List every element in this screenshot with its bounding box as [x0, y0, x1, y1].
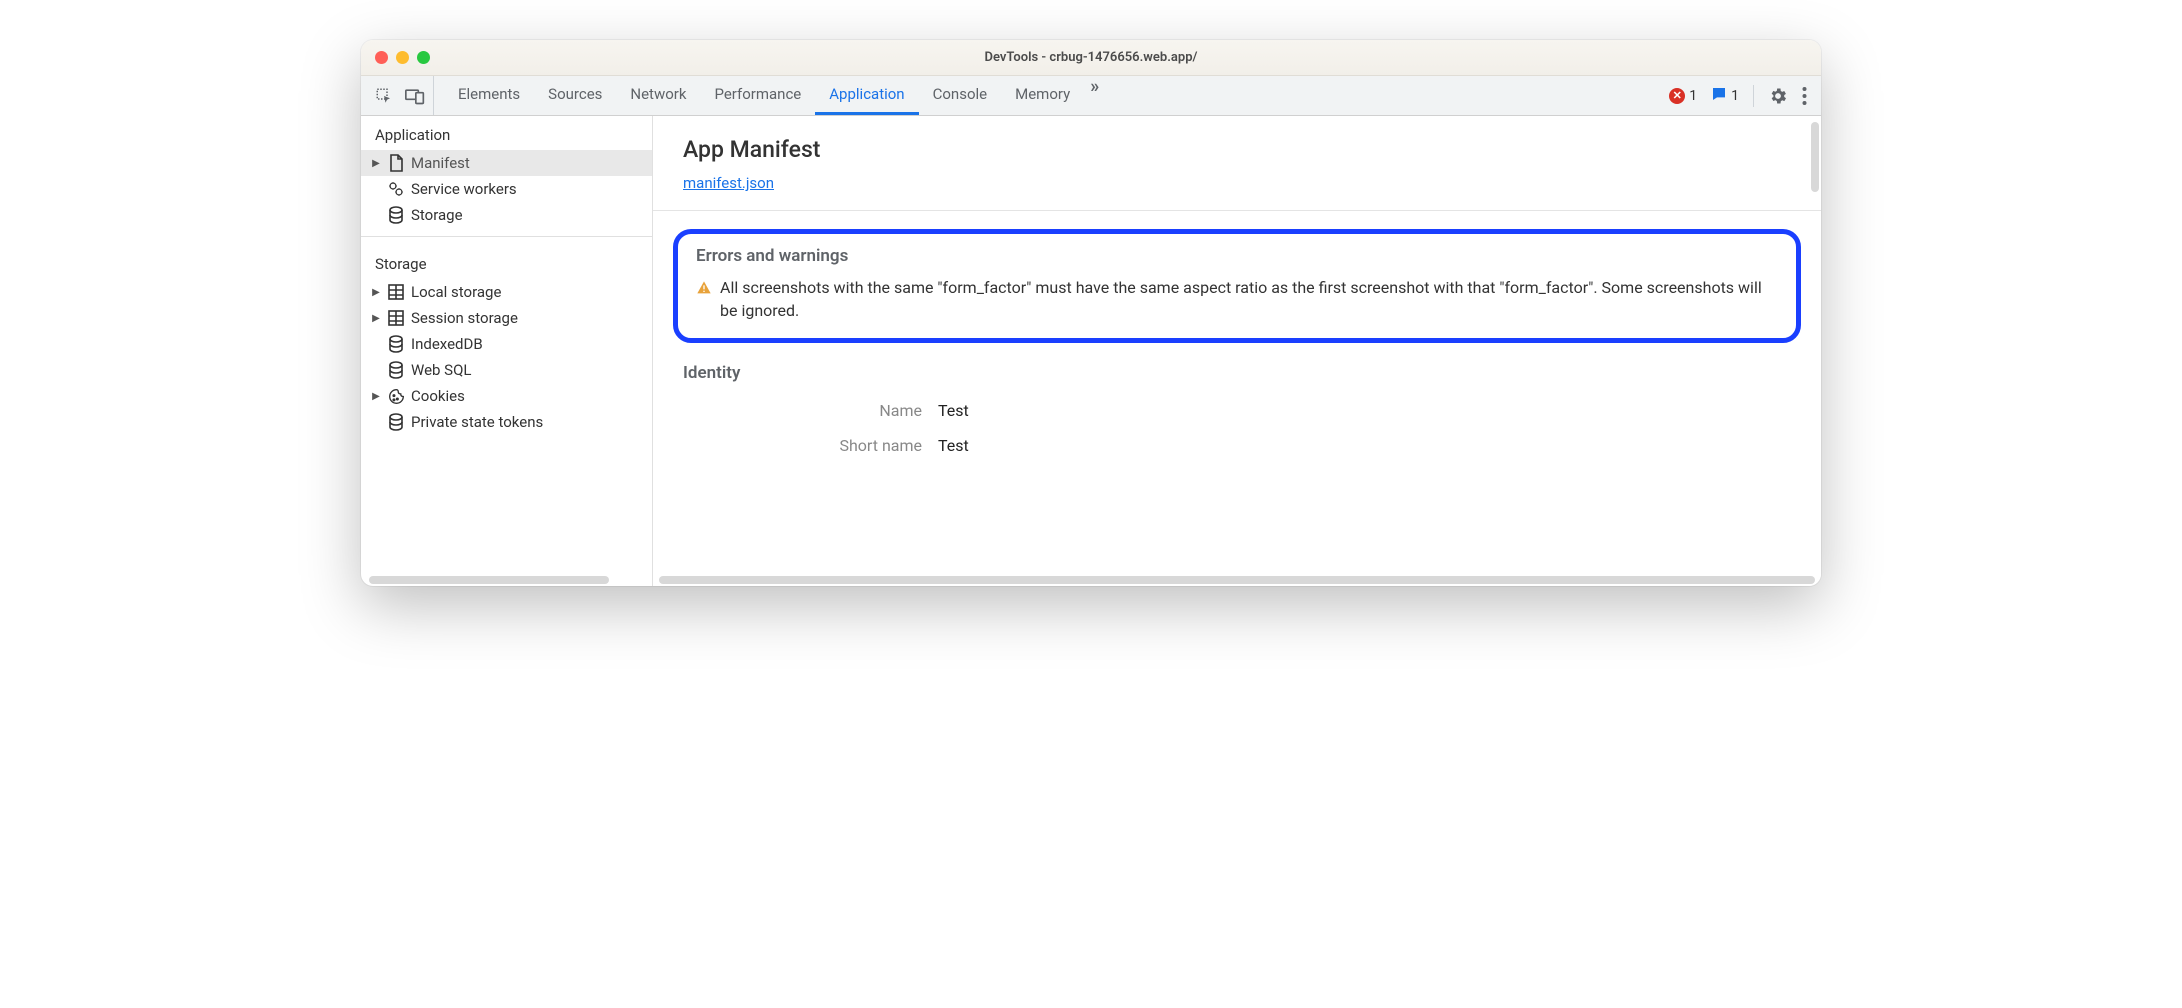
issue-count: 1	[1731, 88, 1739, 104]
main-vertical-scrollbar[interactable]	[1811, 122, 1819, 192]
window-controls	[361, 51, 430, 64]
application-sidebar: Application ▶ Manifest Service workers	[361, 116, 653, 586]
warning-row: All screenshots with the same "form_fact…	[696, 276, 1778, 322]
table-icon	[387, 283, 405, 301]
cookie-icon	[387, 387, 405, 405]
disclosure-triangle-icon[interactable]: ▶	[371, 158, 381, 169]
tab-performance[interactable]: Performance	[700, 76, 815, 115]
sidebar-item-websql[interactable]: Web SQL	[361, 357, 652, 383]
sidebar-item-label: IndexedDB	[411, 335, 483, 353]
identity-heading: Identity	[683, 363, 1791, 383]
table-icon	[387, 309, 405, 327]
section-divider	[653, 210, 1821, 211]
sidebar-item-private-state-tokens[interactable]: Private state tokens	[361, 409, 652, 435]
sidebar-item-indexeddb[interactable]: IndexedDB	[361, 331, 652, 357]
identity-row-shortname: Short name Test	[683, 428, 1791, 463]
disclosure-triangle-icon[interactable]: ▶	[371, 287, 381, 298]
sidebar-item-label: Local storage	[411, 283, 501, 301]
sidebar-section-storage: Storage	[361, 245, 652, 279]
main-panel: App Manifest manifest.json Errors and wa…	[653, 116, 1821, 586]
sidebar-item-cookies[interactable]: ▶ Cookies	[361, 383, 652, 409]
devtools-toolbar: Elements Sources Network Performance App…	[361, 76, 1821, 116]
sidebar-item-label: Storage	[411, 206, 463, 224]
error-icon: ✕	[1669, 88, 1685, 104]
tab-memory[interactable]: Memory	[1001, 76, 1084, 115]
close-window-button[interactable]	[375, 51, 388, 64]
sidebar-item-local-storage[interactable]: ▶ Local storage	[361, 279, 652, 305]
sidebar-section-application: Application	[361, 116, 652, 150]
file-icon	[387, 154, 405, 172]
sidebar-item-manifest[interactable]: ▶ Manifest	[361, 150, 652, 176]
error-count-badge[interactable]: ✕ 1	[1669, 88, 1697, 104]
tabs-overflow-button[interactable]: »	[1084, 76, 1105, 115]
disclosure-triangle-icon[interactable]: ▶	[371, 391, 381, 402]
panel-tabs: Elements Sources Network Performance App…	[444, 76, 1669, 115]
settings-icon[interactable]	[1768, 86, 1788, 106]
devtools-window: DevTools - crbug-1476656.web.app/ Elemen…	[361, 40, 1821, 586]
sidebar-item-service-workers[interactable]: Service workers	[361, 176, 652, 202]
database-icon	[387, 206, 405, 224]
sidebar-horizontal-scrollbar[interactable]	[369, 576, 609, 584]
titlebar: DevTools - crbug-1476656.web.app/	[361, 40, 1821, 76]
issues-badge[interactable]: 1	[1711, 86, 1739, 106]
errors-heading: Errors and warnings	[696, 246, 1778, 266]
issues-icon	[1711, 86, 1727, 106]
database-icon	[387, 335, 405, 353]
sidebar-item-label: Session storage	[411, 309, 518, 327]
identity-row-name: Name Test	[683, 393, 1791, 428]
database-icon	[387, 413, 405, 431]
warning-icon	[696, 279, 712, 302]
minimize-window-button[interactable]	[396, 51, 409, 64]
inspect-element-icon[interactable]	[375, 87, 393, 105]
manifest-link[interactable]: manifest.json	[683, 174, 774, 192]
sidebar-item-session-storage[interactable]: ▶ Session storage	[361, 305, 652, 331]
tab-elements[interactable]: Elements	[444, 76, 534, 115]
content-area: Application ▶ Manifest Service workers	[361, 116, 1821, 586]
window-title: DevTools - crbug-1476656.web.app/	[361, 50, 1821, 65]
identity-key: Short name	[683, 436, 938, 455]
tab-console[interactable]: Console	[919, 76, 1002, 115]
disclosure-triangle-icon[interactable]: ▶	[371, 313, 381, 324]
errors-warnings-callout: Errors and warnings All screenshots with…	[673, 229, 1801, 343]
sidebar-divider	[361, 236, 652, 237]
tab-application[interactable]: Application	[815, 76, 918, 115]
identity-value: Test	[938, 401, 969, 420]
sidebar-item-label: Web SQL	[411, 361, 471, 379]
sidebar-item-label: Service workers	[411, 180, 517, 198]
sidebar-item-storage-overview[interactable]: Storage	[361, 202, 652, 228]
warning-text: All screenshots with the same "form_fact…	[720, 276, 1778, 322]
tab-network[interactable]: Network	[616, 76, 700, 115]
error-count: 1	[1689, 88, 1697, 104]
zoom-window-button[interactable]	[417, 51, 430, 64]
sidebar-item-label: Cookies	[411, 387, 465, 405]
toolbar-divider	[1753, 85, 1754, 107]
identity-section: Identity Name Test Short name Test	[683, 363, 1791, 463]
more-options-icon[interactable]	[1802, 87, 1807, 105]
identity-key: Name	[683, 401, 938, 420]
device-toggle-icon[interactable]	[405, 87, 425, 105]
main-horizontal-scrollbar[interactable]	[659, 576, 1815, 584]
gears-icon	[387, 180, 405, 198]
sidebar-item-label: Manifest	[411, 154, 470, 172]
tab-sources[interactable]: Sources	[534, 76, 616, 115]
sidebar-item-label: Private state tokens	[411, 413, 543, 431]
identity-value: Test	[938, 436, 969, 455]
page-title: App Manifest	[683, 136, 1791, 163]
database-icon	[387, 361, 405, 379]
